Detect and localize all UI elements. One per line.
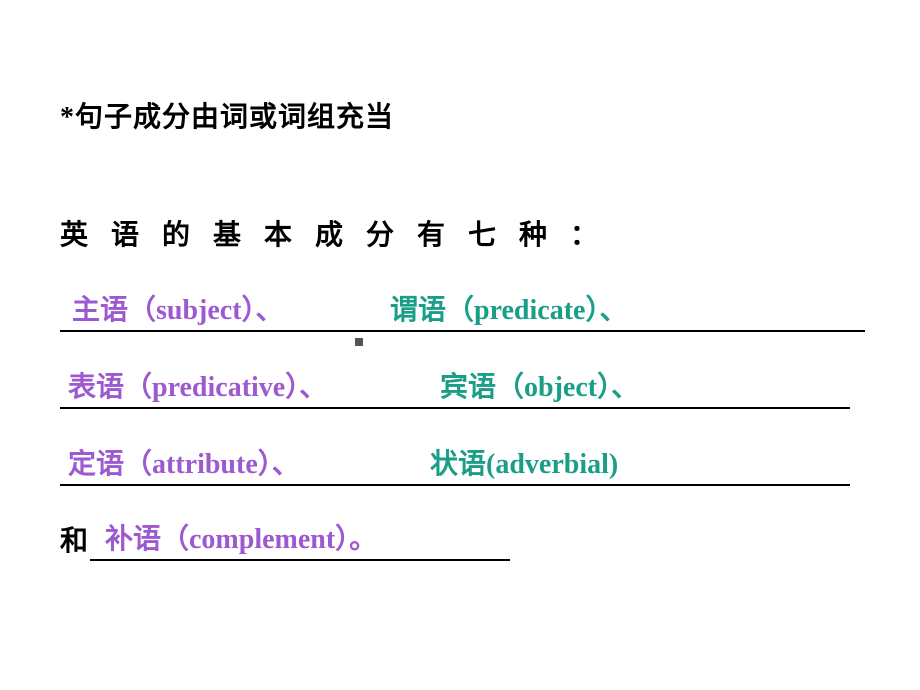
fill-row-3: 定语（attribute）、 状语(adverbial) (60, 432, 865, 506)
attribute-text: 定语（attribute）、 (68, 442, 300, 482)
predicative-text: 表语（predicative）、 (68, 365, 327, 405)
adverbial-text: 状语(adverbial) (430, 442, 618, 482)
object-text: 宾语（object）、 (440, 365, 639, 405)
complement-text: 补语（complement）。 (105, 517, 377, 557)
predicate-text: 谓语（predicate）、 (390, 288, 627, 328)
center-marker (355, 338, 363, 346)
subject-text: 主语（subject）、 (72, 288, 284, 328)
underline-3 (60, 484, 850, 486)
fill-row-1: 主语（subject）、 谓语（predicate）、 (60, 278, 865, 352)
underline-1 (60, 330, 865, 332)
and-char: 和 (60, 519, 88, 559)
heading-line: 英语的基本成分有七种： (60, 213, 865, 253)
fill-row-4: 和 补语（complement）。 (60, 511, 865, 571)
fill-row-2: 表语（predicative）、 宾语（object）、 (60, 355, 865, 429)
underline-4 (90, 559, 510, 561)
intro-line: *句子成分由词或词组充当 (60, 95, 865, 135)
underline-2 (60, 407, 850, 409)
